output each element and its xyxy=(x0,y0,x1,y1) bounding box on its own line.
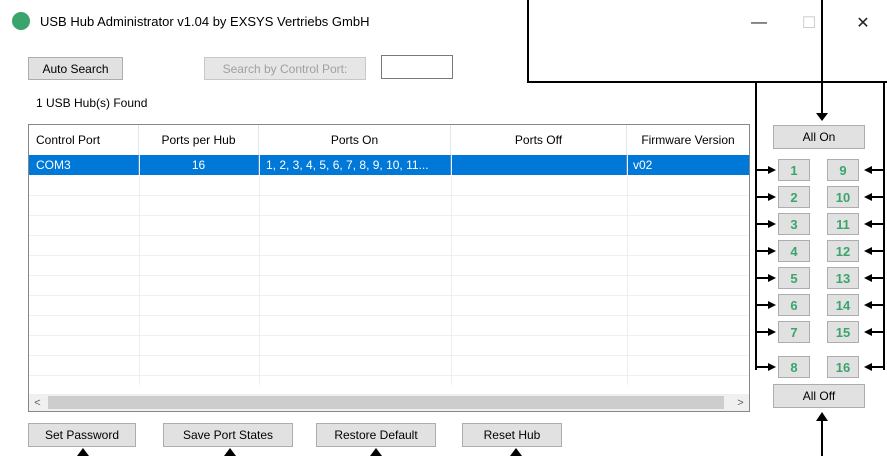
annotation-arrows xyxy=(77,0,887,456)
arrow-head xyxy=(816,113,828,121)
